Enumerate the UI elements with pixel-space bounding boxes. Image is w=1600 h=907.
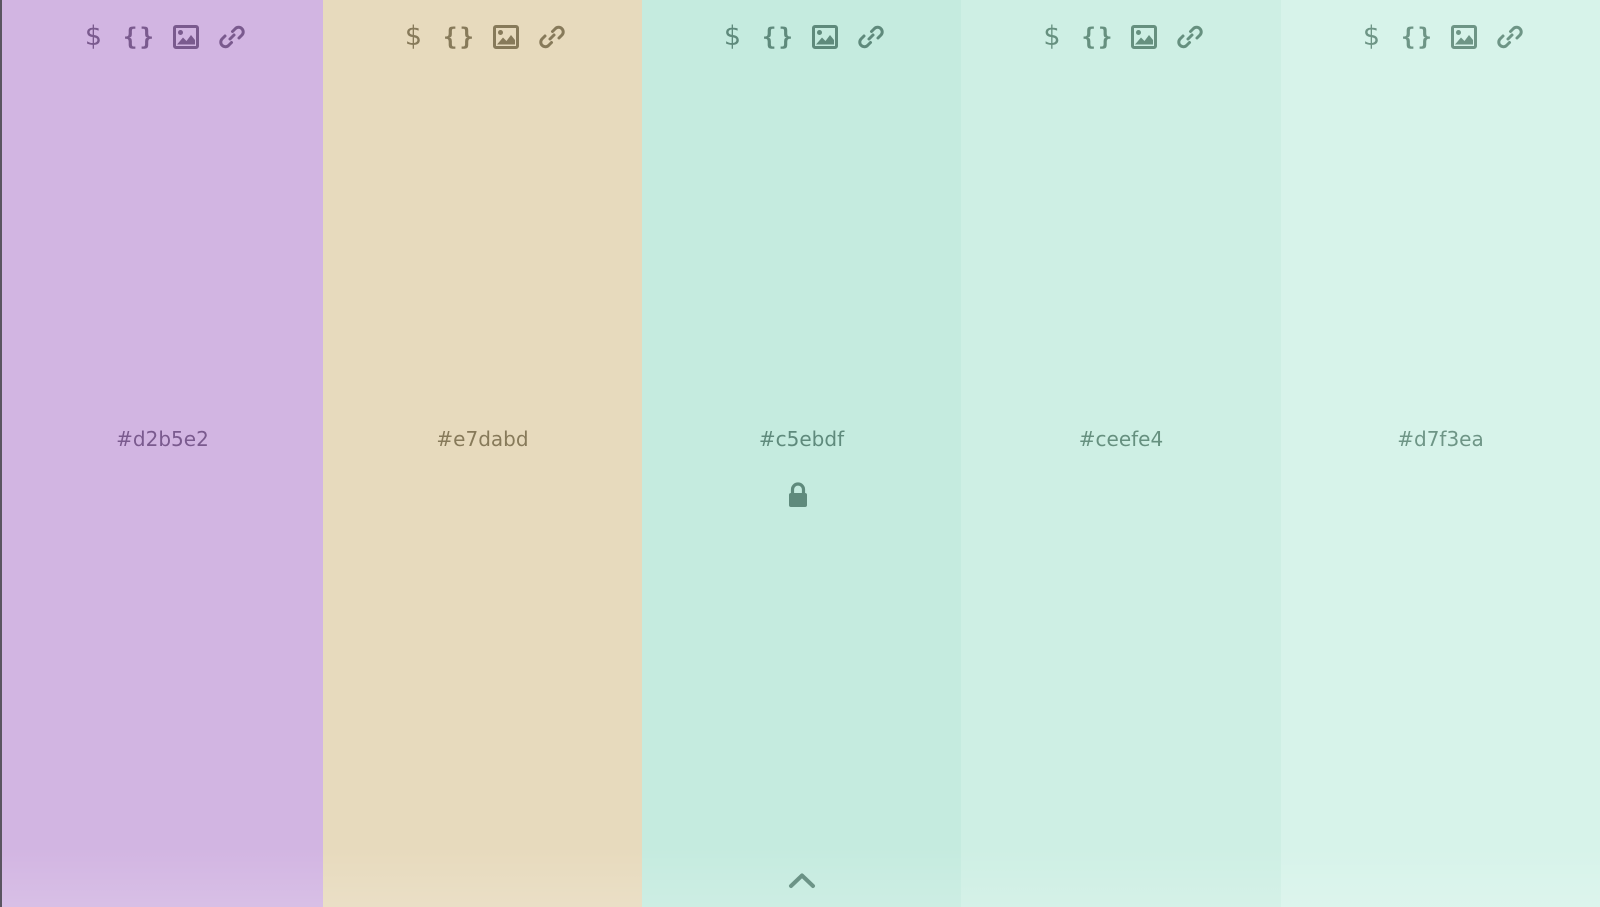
bottom-fade — [323, 847, 642, 907]
color-swatch[interactable]: $ {} — [323, 0, 642, 907]
dollar-glyph: $ — [723, 21, 742, 52]
swatch-toolbar: $ {} — [1281, 18, 1600, 56]
link-icon[interactable] — [857, 18, 885, 56]
palette-app: $ {} #d2b5e2 $ {} #e7dabd $ {} #c5ebdf $… — [0, 0, 1600, 907]
dollar-icon[interactable]: $ — [1038, 18, 1066, 56]
braces-glyph: {} — [762, 23, 795, 51]
bottom-fade — [2, 847, 323, 907]
hex-label[interactable]: #d7f3ea — [1281, 425, 1600, 453]
image-icon[interactable] — [172, 18, 200, 56]
dollar-glyph: $ — [84, 21, 103, 52]
braces-glyph: {} — [123, 23, 156, 51]
link-icon[interactable] — [1176, 18, 1204, 56]
image-icon[interactable] — [1450, 18, 1478, 56]
braces-icon[interactable]: {} — [123, 18, 156, 56]
dollar-icon[interactable]: $ — [80, 18, 108, 56]
hex-label[interactable]: #ceefe4 — [961, 425, 1281, 453]
color-palette: $ {} #d2b5e2 $ {} #e7dabd $ {} #c5ebdf $… — [2, 0, 1600, 907]
dollar-icon[interactable]: $ — [719, 18, 747, 56]
dollar-glyph: $ — [404, 21, 423, 52]
dollar-glyph: $ — [1362, 21, 1381, 52]
hex-label[interactable]: #d2b5e2 — [2, 425, 323, 453]
braces-glyph: {} — [1081, 23, 1115, 51]
color-swatch[interactable]: $ {} — [1281, 0, 1600, 907]
link-icon[interactable] — [218, 18, 246, 56]
swatch-toolbar: $ {} — [323, 18, 642, 56]
hex-label[interactable]: #c5ebdf — [642, 425, 961, 453]
color-swatch[interactable]: $ {} — [642, 0, 961, 907]
dollar-glyph: $ — [1043, 21, 1061, 52]
swatch-toolbar: $ {} — [961, 18, 1281, 56]
color-swatch[interactable]: $ {} — [2, 0, 323, 907]
hex-label[interactable]: #e7dabd — [323, 425, 642, 453]
link-icon[interactable] — [1496, 18, 1524, 56]
braces-glyph: {} — [1401, 23, 1434, 51]
chevron-up-icon[interactable] — [788, 871, 816, 889]
image-icon[interactable] — [492, 18, 520, 56]
bottom-fade — [961, 847, 1281, 907]
braces-icon[interactable]: {} — [762, 18, 795, 56]
image-icon[interactable] — [1130, 18, 1158, 56]
braces-icon[interactable]: {} — [443, 18, 476, 56]
swatch-toolbar: $ {} — [642, 18, 961, 56]
image-icon[interactable] — [811, 18, 839, 56]
braces-icon[interactable]: {} — [1081, 18, 1115, 56]
braces-glyph: {} — [443, 23, 476, 51]
swatch-toolbar: $ {} — [2, 18, 323, 56]
bottom-fade — [1281, 847, 1600, 907]
braces-icon[interactable]: {} — [1401, 18, 1434, 56]
color-swatch[interactable]: $ {} — [961, 0, 1281, 907]
window-edge — [0, 0, 2, 907]
lock-icon[interactable] — [788, 482, 808, 508]
link-icon[interactable] — [538, 18, 566, 56]
dollar-icon[interactable]: $ — [1358, 18, 1386, 56]
dollar-icon[interactable]: $ — [400, 18, 428, 56]
